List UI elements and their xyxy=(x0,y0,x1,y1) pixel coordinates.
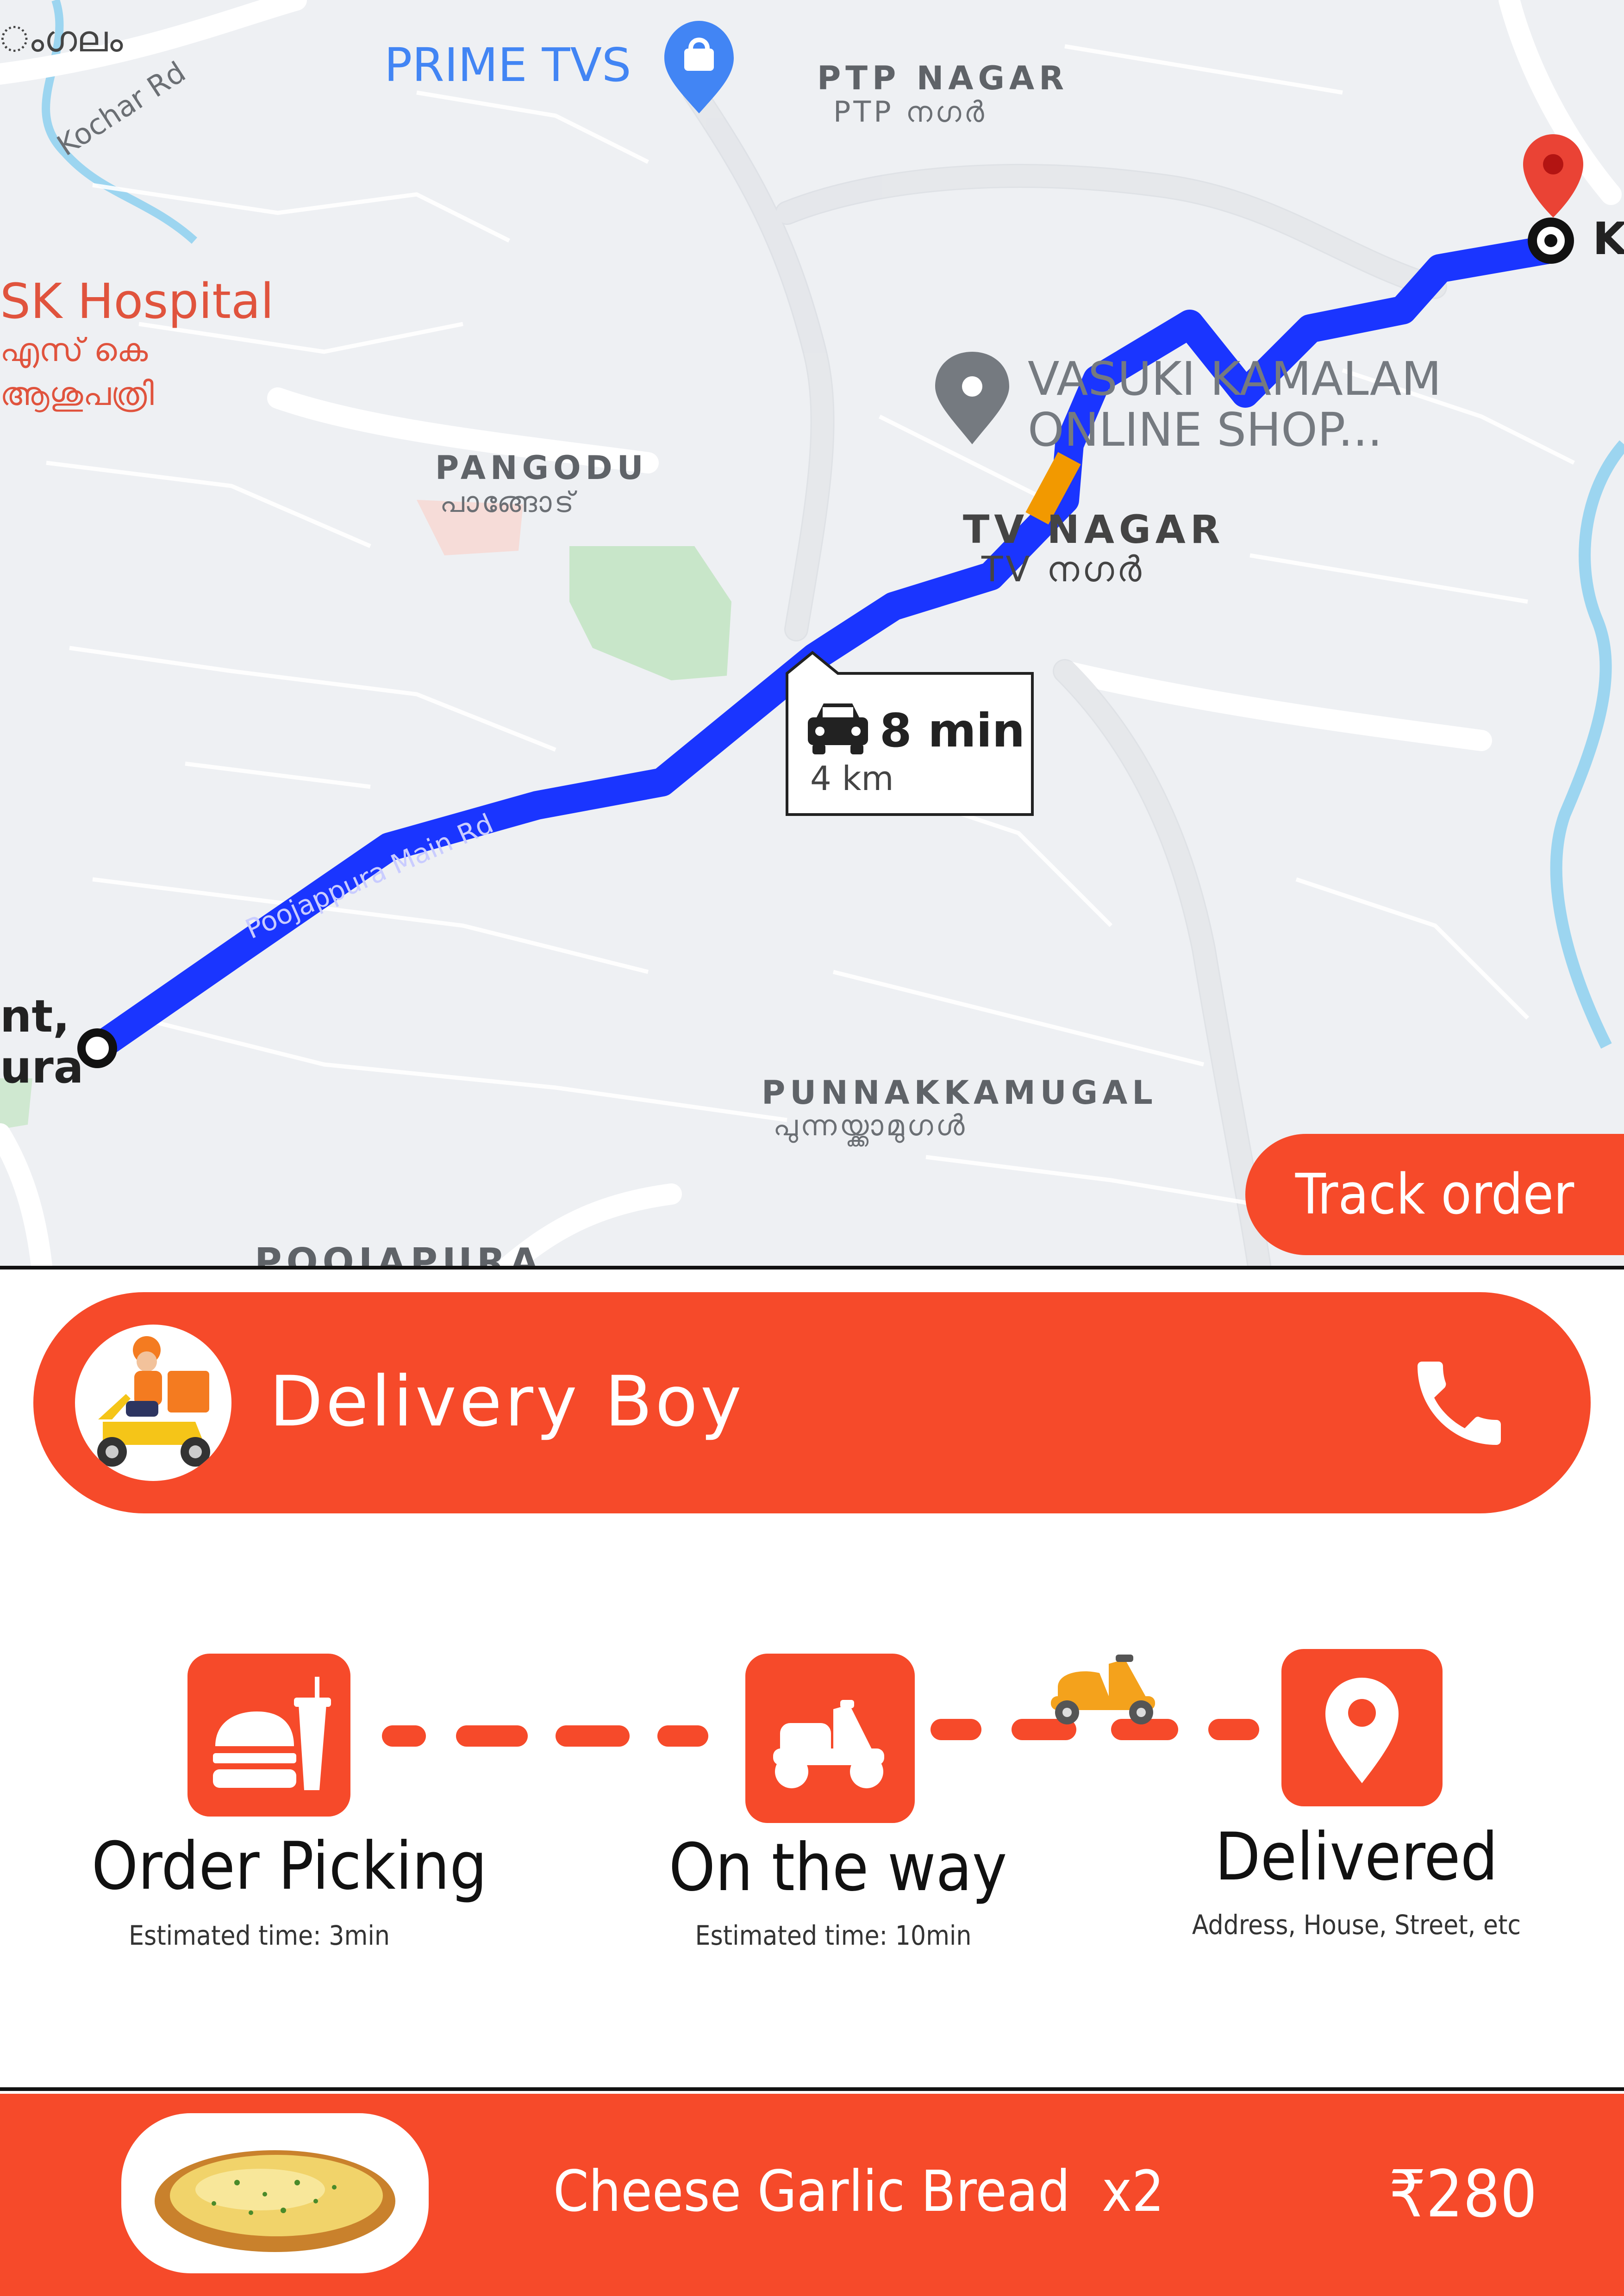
park-area xyxy=(569,546,731,680)
order-item-price: ₹280 xyxy=(1389,2157,1537,2232)
step-delivered-title: Delivered xyxy=(1215,1819,1498,1895)
step-on-the-way-icon-box xyxy=(745,1654,915,1823)
map-label-sk-hospital-ml1: എസ് കെ xyxy=(0,331,148,369)
map-label-pangodu: PANGODU xyxy=(435,449,648,487)
map-label-edge-top: ംഗലം xyxy=(0,19,123,60)
river-right xyxy=(1550,440,1624,1049)
destination-pin-icon xyxy=(1523,134,1583,218)
map-label-edge-right: K xyxy=(1593,213,1624,265)
step-on-the-way-subtitle: Estimated time: 10min xyxy=(695,1920,972,1951)
origin-dot xyxy=(77,1028,117,1068)
location-pin-icon xyxy=(1325,1678,1399,1783)
map-label-edge-left1: nt, xyxy=(0,990,70,1042)
footer-divider xyxy=(0,2087,1624,2091)
order-item-name: Cheese Garlic Bread xyxy=(553,2159,1070,2224)
step-order-picking-title: Order Picking xyxy=(91,1828,487,1904)
delivery-person-name: Delivery Boy xyxy=(269,1362,744,1442)
progress-dash xyxy=(657,1725,708,1747)
step-delivered-icon-box xyxy=(1281,1649,1443,1806)
progress-dash xyxy=(382,1725,426,1747)
map-label-vasuki-1[interactable]: VASUKI KAMALAM xyxy=(1028,352,1442,406)
phone-icon[interactable] xyxy=(1404,1348,1515,1459)
progress-dash xyxy=(1208,1719,1259,1740)
map-label-prime-tvs[interactable]: PRIME TVS xyxy=(384,38,631,92)
progress-dash xyxy=(456,1725,528,1747)
map-label-punnakkamugal-ml: പുന്നയ്ക്കാമുഗൾ xyxy=(773,1108,968,1142)
map-label-vasuki-2[interactable]: ONLINE SHOP... xyxy=(1028,403,1382,457)
map-label-sk-hospital[interactable]: SK Hospital xyxy=(0,273,274,330)
step-order-picking-icon-box xyxy=(187,1654,350,1817)
map-divider xyxy=(0,1266,1624,1269)
burger-drink-icon xyxy=(213,1677,331,1790)
shopping-pin-icon xyxy=(664,21,734,113)
delivery-person-card[interactable]: Delivery Boy xyxy=(33,1292,1591,1513)
step-on-the-way-title: On the way xyxy=(668,1829,1007,1906)
moving-scooter-icon xyxy=(1051,1655,1155,1724)
map-label-poojapura: POOJAPURA xyxy=(255,1240,543,1266)
step-delivered-subtitle: Address, House, Street, etc xyxy=(1192,1909,1521,1941)
route-time: 8 min xyxy=(880,703,1025,758)
step-order-picking-subtitle: Estimated time: 3min xyxy=(129,1920,390,1951)
garlic-bread-icon xyxy=(155,2150,395,2252)
map-label-tv-nagar: TV NAGAR xyxy=(963,507,1225,552)
map-label-edge-left2: ura xyxy=(0,1041,84,1093)
order-summary: Cheese Garlic Bread x2 ₹280 xyxy=(0,2094,1624,2296)
poi-pin-icon xyxy=(935,352,1009,444)
map-label-sk-hospital-ml2: ആശുപത്രി xyxy=(0,375,154,413)
route-distance: 4 km xyxy=(810,759,894,798)
track-order-button[interactable]: Track order xyxy=(1245,1134,1624,1255)
progress-dash xyxy=(931,1719,981,1740)
scooter-rider-icon xyxy=(97,1336,210,1467)
map-view[interactable]: ംഗലം PRIME TVS PTP NAGAR PTP നഗർ Kochar … xyxy=(0,0,1624,1266)
order-item-quantity: x2 xyxy=(1102,2159,1164,2224)
map-label-ptp-nagar: PTP NAGAR xyxy=(817,59,1069,97)
map-label-pangodu-ml: പാങ്ങോട് xyxy=(440,485,577,519)
avatar xyxy=(75,1325,231,1481)
map-label-tv-nagar-ml: TV നഗർ xyxy=(981,548,1144,590)
map-label-ptp-nagar-ml: PTP നഗർ xyxy=(833,95,987,129)
map-label-punnakkamugal: PUNNAKKAMUGAL xyxy=(762,1074,1157,1112)
food-image xyxy=(121,2113,429,2273)
scooter-icon xyxy=(773,1700,884,1788)
progress-dash xyxy=(556,1725,630,1747)
